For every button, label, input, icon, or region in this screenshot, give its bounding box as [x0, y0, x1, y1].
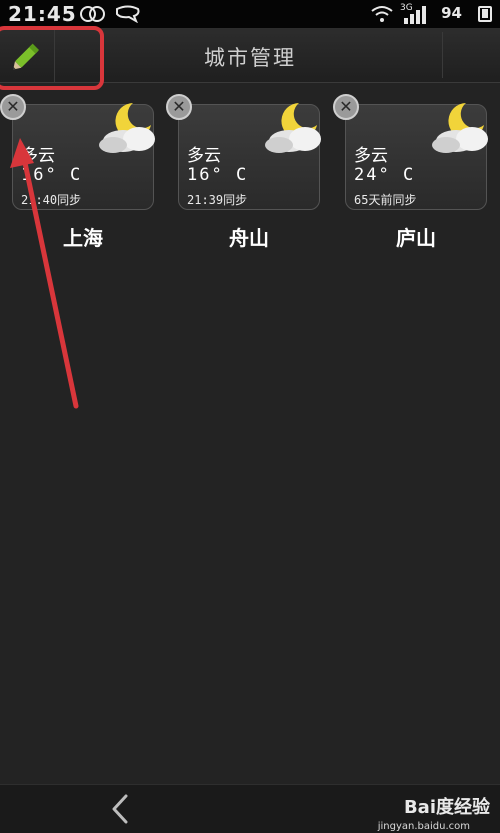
status-time: 21:45 [8, 2, 77, 26]
signal-icon [404, 6, 426, 24]
temperature: 24° C [354, 165, 416, 185]
wifi-icon [371, 6, 393, 22]
close-icon: ✕ [172, 97, 186, 116]
city-name: 舟山 [229, 226, 269, 250]
remove-city-button[interactable]: ✕ [333, 94, 359, 120]
close-icon: ✕ [339, 97, 353, 116]
sync-time: 21:40同步 [21, 193, 82, 207]
chat-bubble-icon [116, 5, 140, 23]
annotation-highlight-box [0, 26, 104, 90]
status-bar: 21:45 3G 94 [0, 0, 500, 28]
chevron-left-icon[interactable] [106, 793, 136, 825]
bottom-nav-bar: Bai度经验 jingyan.baidu.com [0, 784, 500, 833]
moon-cloud-icon [265, 103, 321, 153]
moon-cloud-icon [432, 103, 488, 153]
baidu-watermark: Bai度经验 [403, 797, 490, 818]
city-name: 庐山 [396, 226, 436, 250]
sync-time: 21:39同步 [187, 193, 248, 207]
remove-city-button[interactable]: ✕ [166, 94, 192, 120]
weather-condition: 多云 [354, 146, 388, 166]
city-name: 上海 [63, 226, 103, 250]
battery-level: 94 [441, 4, 462, 22]
weather-card[interactable]: 多云 24° C 65天前同步 [345, 103, 488, 210]
temperature: 16° C [187, 165, 249, 185]
remove-city-button[interactable]: ✕ [0, 94, 26, 120]
weather-card[interactable]: 多云 16° C 21:40同步 [12, 103, 155, 210]
weather-condition: 多云 [21, 146, 55, 166]
battery-icon [478, 6, 492, 22]
temperature: 16° C [21, 165, 83, 185]
sync-time: 65天前同步 [354, 193, 417, 207]
sync-rings-icon [80, 6, 105, 22]
title-divider [442, 32, 443, 78]
weather-condition: 多云 [187, 146, 221, 166]
weather-card[interactable]: 多云 16° C 21:39同步 [178, 103, 321, 210]
close-icon: ✕ [6, 97, 20, 116]
moon-cloud-icon [99, 103, 155, 153]
watermark-url: jingyan.baidu.com [377, 821, 470, 832]
